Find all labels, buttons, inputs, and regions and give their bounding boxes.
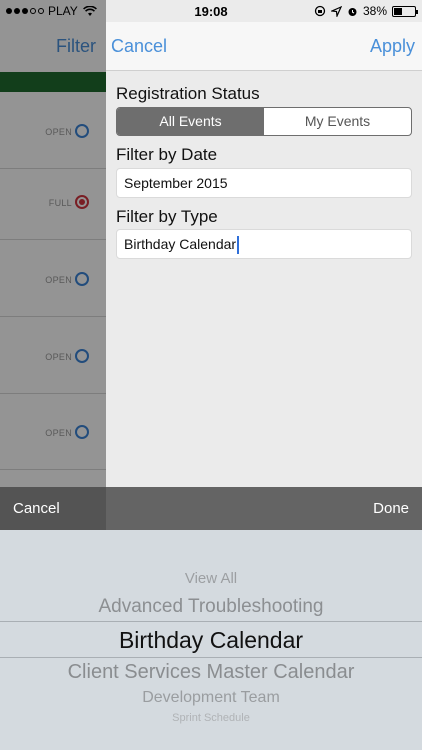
picker-option[interactable]: Development Team [0,689,422,707]
apply-button[interactable]: Apply [370,36,415,57]
picker-option[interactable]: Client Services Master Calendar [0,661,422,684]
picker-option[interactable]: View All [0,570,422,587]
status-bar: PLAY 19:08 38% [0,0,422,22]
picker-option[interactable]: Sprint Schedule [0,712,422,724]
text-cursor [237,236,240,255]
filter-panel: Cancel Apply Registration Status All Eve… [106,0,422,530]
picker-toolbar: Cancel Done [0,487,422,530]
picker-selection-line-top [0,621,422,622]
picker-cancel-button[interactable]: Cancel [13,500,60,517]
rotation-lock-icon [314,5,326,17]
battery-percent: 38% [362,4,387,18]
registration-status-label: Registration Status [116,84,260,103]
alarm-icon [348,7,357,16]
date-field[interactable]: September 2015 [116,168,412,198]
status-icons: 38% [314,4,418,18]
registration-segmented-control: All Events My Events [116,107,412,136]
dim-overlay [0,0,106,530]
filter-nav-bar: Cancel Apply [106,22,422,71]
picker-option[interactable]: Advanced Troubleshooting [0,596,422,618]
segment-my-events[interactable]: My Events [264,108,411,135]
cancel-button[interactable]: Cancel [111,36,167,57]
picker-done-button[interactable]: Done [373,500,409,517]
type-value: Birthday Calendar [124,236,237,252]
picker-selection-line-bottom [0,657,422,658]
date-value: September 2015 [124,175,228,191]
location-icon [330,5,342,17]
filter-by-type-label: Filter by Type [116,207,218,226]
type-field[interactable]: Birthday Calendar [116,229,412,259]
filter-by-date-label: Filter by Date [116,145,218,164]
battery-icon [392,5,418,17]
picker-option-selected[interactable]: Birthday Calendar [0,627,422,654]
segment-all-events[interactable]: All Events [117,108,264,135]
type-picker-wheel[interactable]: View All Advanced Troubleshooting Birthd… [0,530,422,750]
